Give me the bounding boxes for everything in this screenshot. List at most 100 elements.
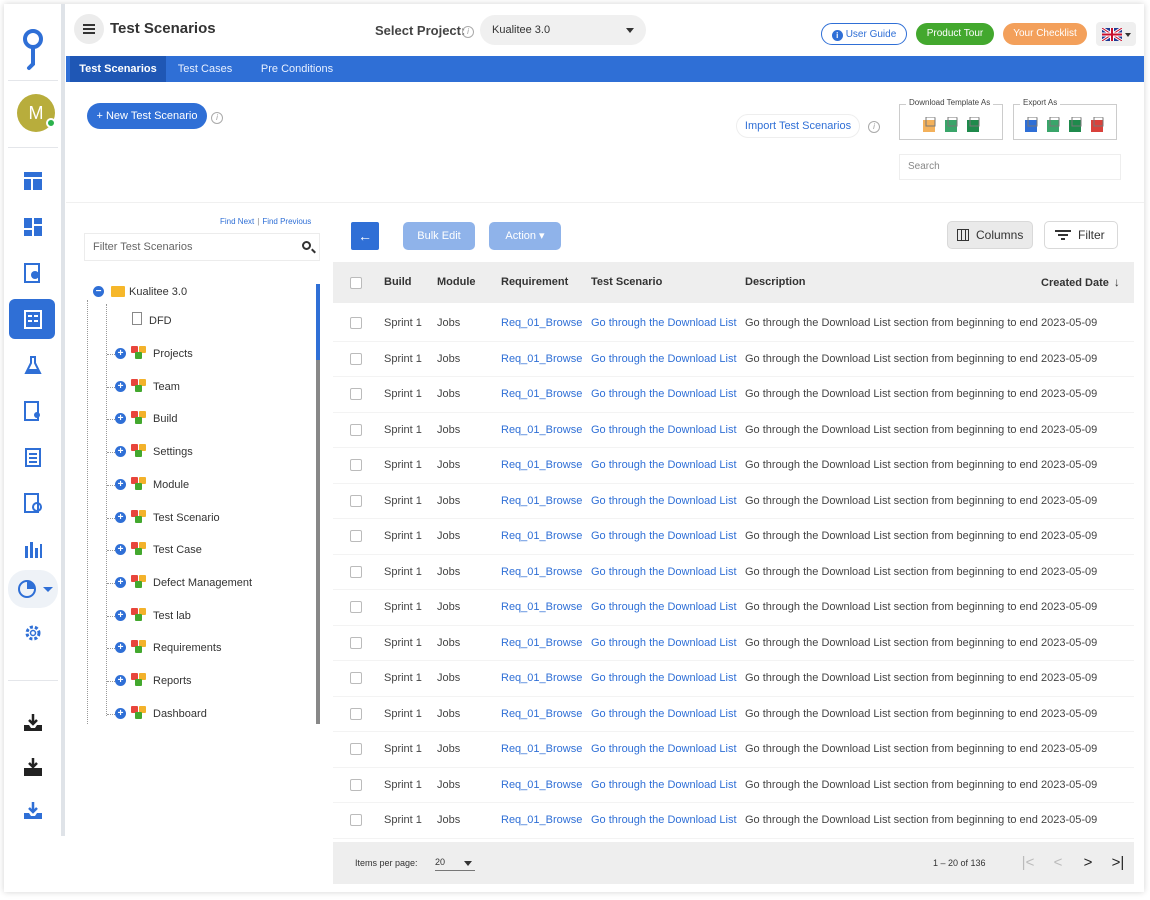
xls-file-icon[interactable] (1046, 117, 1060, 133)
info-icon[interactable]: i (462, 26, 474, 38)
download-tray-icon[interactable] (22, 712, 44, 734)
row-checkbox[interactable] (350, 743, 362, 755)
xlsx-file-icon[interactable] (966, 117, 980, 133)
table-row[interactable]: Sprint 1 Jobs Req_01_Browse Go through the … (333, 732, 1134, 768)
cell-requirement[interactable]: Req_01_Browse (501, 661, 582, 696)
cell-test-scenario[interactable]: Go through the Download List (591, 732, 737, 767)
xls-file-icon[interactable] (944, 117, 958, 133)
col-header-module[interactable]: Module (437, 262, 476, 303)
col-header-build[interactable]: Build (384, 262, 412, 303)
expand-icon[interactable]: + (115, 642, 126, 654)
row-checkbox[interactable] (350, 601, 362, 613)
expand-icon[interactable]: + (115, 576, 126, 588)
tab-test-scenarios[interactable]: Test Scenarios (70, 56, 166, 82)
cell-requirement[interactable]: Req_01_Browse (501, 484, 582, 519)
cell-test-scenario[interactable]: Go through the Download List (591, 590, 737, 625)
tree-scrollbar[interactable] (316, 284, 320, 724)
filter-test-scenarios-input[interactable]: Filter Test Scenarios (84, 233, 320, 261)
cell-test-scenario[interactable]: Go through the Download List (591, 555, 737, 590)
search-input[interactable]: Search (899, 154, 1121, 180)
tab-pre-conditions[interactable]: Pre Conditions (250, 56, 344, 82)
row-checkbox[interactable] (350, 423, 362, 436)
table-row[interactable]: Sprint 1 Jobs Req_01_Browse Go through the … (333, 519, 1134, 555)
expand-icon[interactable]: + (115, 544, 126, 556)
bulk-edit-button[interactable]: Bulk Edit (403, 222, 475, 250)
collapse-icon[interactable]: − (93, 286, 104, 297)
cell-test-scenario[interactable]: Go through the Download List (591, 768, 737, 803)
row-checkbox[interactable] (350, 352, 362, 365)
expand-icon[interactable]: + (115, 511, 126, 523)
info-icon[interactable]: i (868, 121, 880, 133)
cell-requirement[interactable]: Req_01_Browse (501, 697, 582, 732)
info-icon[interactable]: i (211, 112, 223, 124)
doc-chart-icon[interactable] (22, 492, 44, 514)
cell-requirement[interactable]: Req_01_Browse (501, 413, 582, 448)
cell-test-scenario[interactable]: Go through the Download List (591, 626, 737, 661)
table-row[interactable]: Sprint 1 Jobs Req_01_Browse Go through the … (333, 448, 1134, 484)
back-arrow-button[interactable]: ← (351, 222, 379, 250)
col-header-test-scenario[interactable]: Test Scenario (591, 262, 662, 303)
table-row[interactable]: Sprint 1 Jobs Req_01_Browse Go through the … (333, 342, 1134, 377)
hamburger-menu-button[interactable] (74, 14, 104, 44)
expand-icon[interactable]: + (115, 707, 126, 719)
cell-test-scenario[interactable]: Go through the Download List (591, 519, 737, 554)
cell-requirement[interactable]: Req_01_Browse (501, 448, 582, 483)
cell-requirement[interactable]: Req_01_Browse (501, 590, 582, 625)
table-row[interactable]: Sprint 1 Jobs Req_01_Browse Go through the … (333, 555, 1134, 590)
cell-test-scenario[interactable]: Go through the Download List (591, 484, 737, 519)
flask-icon[interactable] (22, 354, 44, 376)
items-per-page-select[interactable]: 20 (435, 856, 475, 871)
product-tour-button[interactable]: Product Tour (916, 23, 994, 45)
row-checkbox[interactable] (350, 636, 362, 649)
cell-requirement[interactable]: Req_01_Browse (501, 377, 582, 412)
cell-test-scenario[interactable]: Go through the Download List (591, 413, 737, 448)
cell-requirement[interactable]: Req_01_Browse (501, 519, 582, 554)
cell-requirement[interactable]: Req_01_Browse (501, 732, 582, 767)
row-checkbox[interactable] (350, 317, 362, 329)
table-row[interactable]: Sprint 1 Jobs Req_01_Browse Go through the … (333, 697, 1134, 732)
expand-icon[interactable]: + (115, 609, 126, 621)
table-row[interactable]: Sprint 1 Jobs Req_01_Browse Go through the … (333, 377, 1134, 413)
expand-icon[interactable]: + (115, 478, 126, 490)
test-scenarios-icon[interactable] (22, 308, 44, 330)
doc-search-icon[interactable] (22, 400, 44, 422)
row-checkbox[interactable] (350, 814, 362, 826)
settings-gear-doc-icon[interactable] (22, 262, 44, 284)
table-row[interactable]: Sprint 1 Jobs Req_01_Browse Go through the … (333, 626, 1134, 661)
logo-icon[interactable] (20, 28, 46, 72)
row-checkbox[interactable] (350, 565, 362, 578)
layout-icon[interactable] (22, 170, 44, 192)
table-row[interactable]: Sprint 1 Jobs Req_01_Browse Go through the … (333, 590, 1134, 626)
sort-down-arrow-icon[interactable]: ↓ (1114, 262, 1120, 303)
col-header-requirement[interactable]: Requirement (501, 262, 568, 303)
row-checkbox[interactable] (350, 778, 362, 791)
action-dropdown-button[interactable]: Action ▾ (489, 222, 561, 250)
table-row[interactable]: Sprint 1 Jobs Req_01_Browse Go through the … (333, 768, 1134, 803)
user-guide-button[interactable]: i User Guide (821, 23, 907, 45)
search-icon[interactable] (302, 241, 311, 250)
row-checkbox[interactable] (350, 707, 362, 720)
find-next-link[interactable]: Find Next (220, 217, 254, 226)
pdf-file-icon[interactable] (1090, 117, 1104, 133)
expand-icon[interactable]: + (115, 446, 126, 458)
cell-test-scenario[interactable]: Go through the Download List (591, 697, 737, 732)
table-row[interactable]: Sprint 1 Jobs Req_01_Browse Go through the … (333, 413, 1134, 448)
last-page-icon[interactable]: >| (1109, 854, 1127, 872)
expand-icon[interactable]: + (115, 413, 126, 425)
col-header-description[interactable]: Description (745, 262, 806, 303)
expand-icon[interactable]: + (115, 380, 126, 392)
inbox-download-icon[interactable] (22, 800, 44, 822)
pie-chart-icon[interactable] (16, 578, 38, 600)
cell-requirement[interactable]: Req_01_Browse (501, 768, 582, 803)
columns-button[interactable]: Columns (947, 221, 1033, 249)
row-checkbox[interactable] (350, 388, 362, 400)
scrollbar-thumb[interactable] (316, 284, 320, 360)
language-select[interactable] (1096, 22, 1136, 46)
row-checkbox[interactable] (350, 672, 362, 684)
cell-test-scenario[interactable]: Go through the Download List (591, 803, 737, 838)
cell-requirement[interactable]: Req_01_Browse (501, 555, 582, 590)
cell-requirement[interactable]: Req_01_Browse (501, 626, 582, 661)
table-row[interactable]: Sprint 1 Jobs Req_01_Browse Go through the … (333, 484, 1134, 519)
csv-file-icon[interactable] (922, 117, 936, 133)
dashboard-icon[interactable] (22, 216, 44, 238)
